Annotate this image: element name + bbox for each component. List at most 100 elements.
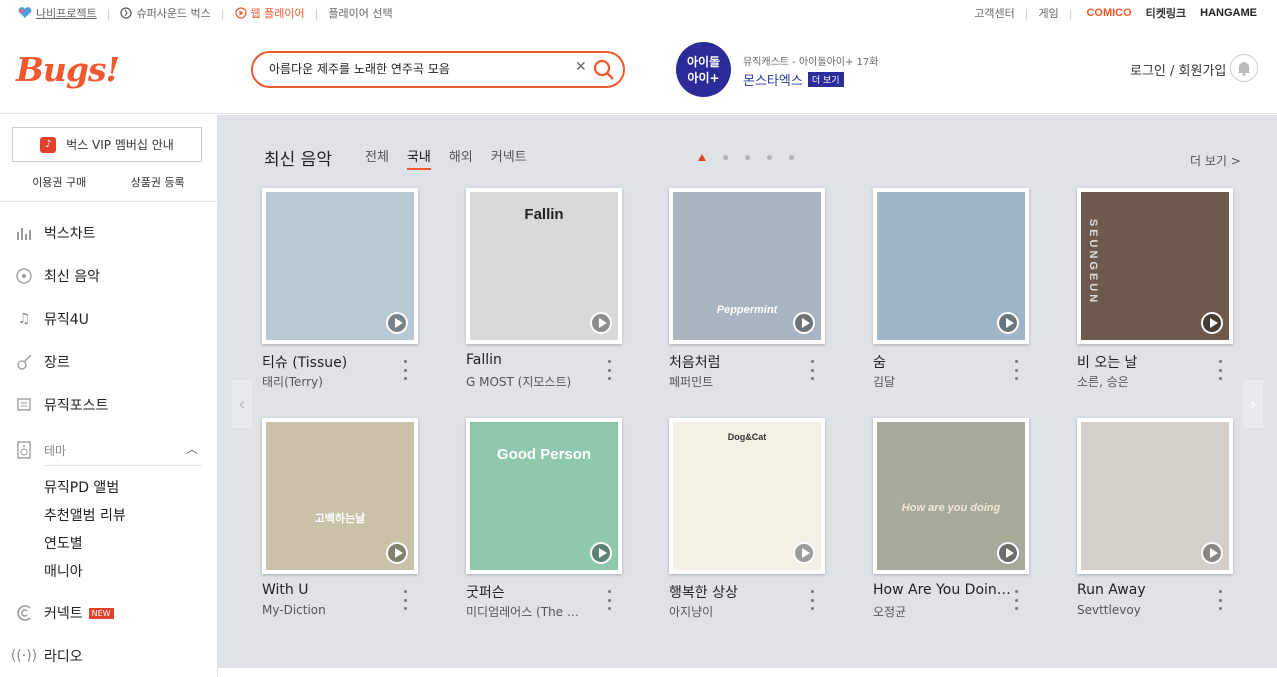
- album-artist[interactable]: G MOST (지모스트): [466, 373, 606, 390]
- album-art: How are you doing: [877, 422, 1025, 570]
- album-artist[interactable]: 태리(Terry): [262, 373, 402, 390]
- topbar-link-player-select[interactable]: 플레이어 선택: [328, 5, 392, 21]
- more-options-icon[interactable]: [809, 360, 815, 380]
- more-options-icon[interactable]: [1217, 590, 1223, 610]
- bell-icon[interactable]: [1230, 54, 1258, 82]
- more-options-icon[interactable]: [809, 590, 815, 610]
- play-icon[interactable]: [997, 542, 1019, 564]
- album-title[interactable]: 티슈 (Tissue): [262, 352, 402, 372]
- topbar-link-support[interactable]: 고객센터: [974, 5, 1014, 21]
- sidebar-item-musicpost[interactable]: 뮤직포스트: [14, 395, 108, 415]
- album-title[interactable]: 굿퍼슨: [466, 582, 606, 602]
- bugs-logo[interactable]: Bugs!: [16, 50, 120, 89]
- register-voucher-link[interactable]: 상품권 등록: [131, 174, 185, 190]
- vip-membership-button[interactable]: ♪ 벅스 VIP 멤버십 안내: [12, 127, 202, 162]
- album-cover[interactable]: Good Person: [466, 418, 622, 574]
- play-icon[interactable]: [590, 312, 612, 334]
- album-cover[interactable]: [1077, 418, 1233, 574]
- play-icon[interactable]: [386, 542, 408, 564]
- more-options-icon[interactable]: [402, 360, 408, 380]
- new-disc-icon: [14, 266, 34, 286]
- album-cover[interactable]: Dog&Cat: [669, 418, 825, 574]
- more-options-icon[interactable]: [1013, 590, 1019, 610]
- category-tabs: 전체 국내 해외 커넥트: [365, 146, 545, 170]
- carousel-dot[interactable]: [767, 155, 772, 160]
- topbar-link-supersound[interactable]: 슈퍼사운드 벅스: [120, 5, 211, 21]
- top-utility-bar: 나비프로젝트 | 슈퍼사운드 벅스 | 웹 플레이어 | 플레이어 선택 고객센…: [0, 0, 1277, 24]
- carousel-dot[interactable]: [789, 155, 794, 160]
- search-input[interactable]: [269, 61, 569, 75]
- sidebar-item-genre[interactable]: 장르: [14, 352, 70, 372]
- album-artist[interactable]: 김달: [873, 373, 1013, 390]
- login-link[interactable]: 로그인 / 회원가입: [1130, 60, 1226, 79]
- sidebar-item-chart[interactable]: 벅스차트: [14, 223, 96, 243]
- topbar-link-webplayer[interactable]: 웹 플레이어: [234, 5, 305, 21]
- brand-hangame[interactable]: HANGAME: [1200, 7, 1257, 19]
- album-artist[interactable]: 페퍼민트: [669, 373, 809, 390]
- play-icon[interactable]: [1201, 312, 1223, 334]
- album-title[interactable]: 비 오는 날: [1077, 352, 1217, 372]
- sidebar-item-musicpd[interactable]: 뮤직PD 앨범: [44, 477, 119, 497]
- brand-ticketlink[interactable]: 티켓링크: [1146, 5, 1186, 21]
- tab-connect[interactable]: 커넥트: [491, 146, 527, 170]
- album-title[interactable]: 행복한 상상: [669, 582, 809, 602]
- more-options-icon[interactable]: [1217, 360, 1223, 380]
- album-artist[interactable]: 소른, 승은: [1077, 373, 1217, 390]
- album-title[interactable]: With U: [262, 582, 402, 598]
- prev-arrow-icon[interactable]: ‹: [232, 380, 252, 428]
- sidebar-item-by-year[interactable]: 연도별: [44, 533, 83, 553]
- buy-pass-link[interactable]: 이용권 구매: [32, 174, 86, 190]
- album-title[interactable]: Run Away: [1077, 582, 1217, 598]
- album-artist[interactable]: Sevttlevoy: [1077, 603, 1217, 617]
- clear-icon[interactable]: ✕: [575, 59, 587, 75]
- speaker-icon: [14, 440, 34, 460]
- play-icon[interactable]: [1201, 542, 1223, 564]
- tab-all[interactable]: 전체: [365, 146, 389, 170]
- play-icon[interactable]: [793, 542, 815, 564]
- music-note-icon: ♫: [17, 311, 31, 327]
- topbar-link-navi[interactable]: 나비프로젝트: [18, 5, 97, 21]
- album-artist[interactable]: 아지냥이: [669, 603, 809, 620]
- sidebar-item-connect[interactable]: 커넥트 NEW: [14, 603, 114, 623]
- play-icon[interactable]: [997, 312, 1019, 334]
- play-icon[interactable]: [793, 312, 815, 334]
- album-title[interactable]: 숨: [873, 352, 1013, 372]
- more-options-icon[interactable]: [402, 590, 408, 610]
- more-options-icon[interactable]: [606, 360, 612, 380]
- sidebar-item-new-music[interactable]: 최신 음악: [14, 266, 100, 286]
- album-cover[interactable]: SEUNGEUN: [1077, 188, 1233, 344]
- album-cover[interactable]: Fallin: [466, 188, 622, 344]
- carousel-dot[interactable]: [723, 155, 728, 160]
- play-icon[interactable]: [590, 542, 612, 564]
- chevron-up-icon[interactable]: ︿: [186, 440, 198, 457]
- play-icon[interactable]: [386, 312, 408, 334]
- sidebar-item-music4u[interactable]: ♫ 뮤직4U: [14, 309, 89, 329]
- tab-domestic[interactable]: 국내: [406, 146, 431, 170]
- album-artist[interactable]: 미디엄레어스 (The …: [466, 603, 606, 620]
- brand-comico[interactable]: COMICO: [1086, 7, 1131, 19]
- sidebar-item-theme[interactable]: 테마 ︿: [14, 440, 204, 460]
- album-cover[interactable]: Peppermint: [669, 188, 825, 344]
- album-cover[interactable]: [262, 188, 418, 344]
- album-cover[interactable]: [873, 188, 1029, 344]
- sidebar-item-mania[interactable]: 매니아: [44, 561, 83, 581]
- album-artist[interactable]: My-Diction: [262, 603, 402, 617]
- album-artist[interactable]: 오정균: [873, 603, 1013, 620]
- carousel-dot[interactable]: [745, 155, 750, 160]
- sidebar-item-album-review[interactable]: 추천앨범 리뷰: [44, 505, 126, 525]
- sidebar-item-radio[interactable]: ((·)) 라디오: [11, 646, 83, 666]
- carousel-dot-active[interactable]: [698, 154, 706, 161]
- album-title[interactable]: Fallin: [466, 352, 606, 368]
- album-title[interactable]: 처음처럼: [669, 352, 809, 372]
- see-more-link[interactable]: 더 보기 >: [1190, 152, 1241, 169]
- tab-overseas[interactable]: 해외: [449, 146, 473, 170]
- album-title[interactable]: How Are You Doing?: [873, 582, 1013, 598]
- podcast-more-button[interactable]: 더 보기: [807, 72, 844, 87]
- album-cover[interactable]: How are you doing: [873, 418, 1029, 574]
- more-options-icon[interactable]: [606, 590, 612, 610]
- next-arrow-icon[interactable]: ›: [1243, 380, 1263, 428]
- search-icon[interactable]: [593, 59, 615, 81]
- topbar-link-game[interactable]: 게임: [1038, 5, 1058, 21]
- more-options-icon[interactable]: [1013, 360, 1019, 380]
- album-cover[interactable]: 고백하는날: [262, 418, 418, 574]
